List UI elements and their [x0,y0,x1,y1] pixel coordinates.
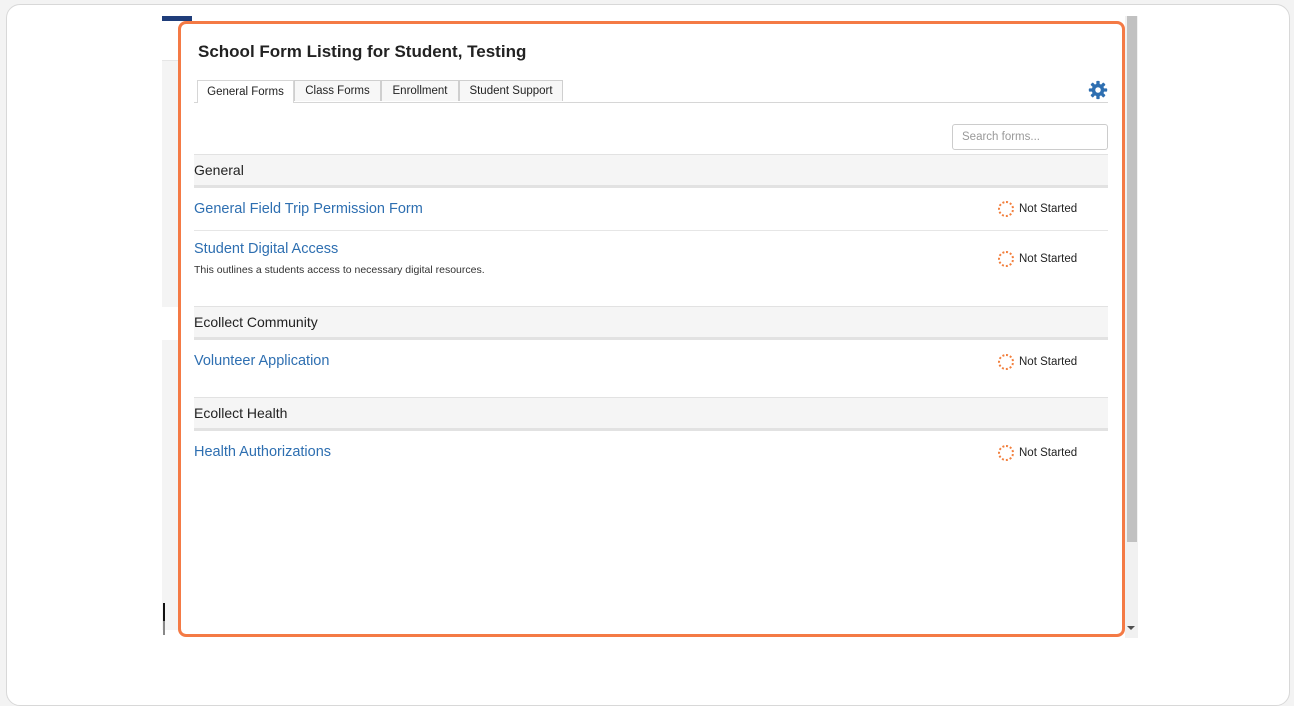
left-edge-marker-lower [163,621,165,635]
not-started-icon [998,251,1014,267]
tab-general-forms[interactable]: General Forms [197,80,294,103]
status-badge: Not Started [998,445,1077,461]
page-title: School Form Listing for Student, Testing [198,42,527,61]
section-title: Ecollect Community [194,314,318,330]
section-header-ecollect-community: Ecollect Community [194,306,1108,340]
not-started-icon [998,201,1014,217]
form-row: Health Authorizations Not Started [194,433,1108,483]
section-title: Ecollect Health [194,405,288,421]
status-badge: Not Started [998,201,1077,217]
form-row: Student Digital Access This outlines a s… [194,231,1108,306]
section-header-ecollect-health: Ecollect Health [194,397,1108,431]
section-header-general: General [194,154,1108,188]
not-started-icon [998,445,1014,461]
tab-label: Class Forms [305,85,370,97]
gear-icon[interactable] [1088,80,1108,100]
status-badge: Not Started [998,354,1077,370]
left-edge-marker [163,603,165,621]
scroll-down-arrow-icon[interactable] [1127,626,1135,630]
form-link-general-field-trip[interactable]: General Field Trip Permission Form [194,201,423,217]
tab-label: General Forms [207,86,284,98]
scrollbar-thumb[interactable] [1127,16,1137,542]
form-link-health-authorizations[interactable]: Health Authorizations [194,444,331,460]
form-row: General Field Trip Permission Form Not S… [194,190,1108,231]
left-panel [162,60,178,307]
tab-class-forms[interactable]: Class Forms [294,80,381,101]
form-link-volunteer-application[interactable]: Volunteer Application [194,353,329,369]
form-link-student-digital-access[interactable]: Student Digital Access [194,241,338,257]
section-title: General [194,162,244,178]
form-row: Volunteer Application Not Started [194,342,1108,397]
status-badge: Not Started [998,251,1077,267]
form-description: This outlines a students access to neces… [194,264,485,276]
tab-student-support[interactable]: Student Support [459,80,563,101]
form-tabs: General Forms Class Forms Enrollment Stu… [194,80,1108,103]
status-text: Not Started [1019,356,1078,368]
tab-label: Enrollment [392,85,448,97]
status-text: Not Started [1019,253,1078,265]
left-panel-lower [162,340,178,630]
tab-label: Student Support [469,85,553,97]
status-text: Not Started [1019,203,1078,215]
search-input[interactable] [952,124,1108,150]
tab-enrollment[interactable]: Enrollment [381,80,459,101]
not-started-icon [998,354,1014,370]
status-text: Not Started [1019,447,1078,459]
